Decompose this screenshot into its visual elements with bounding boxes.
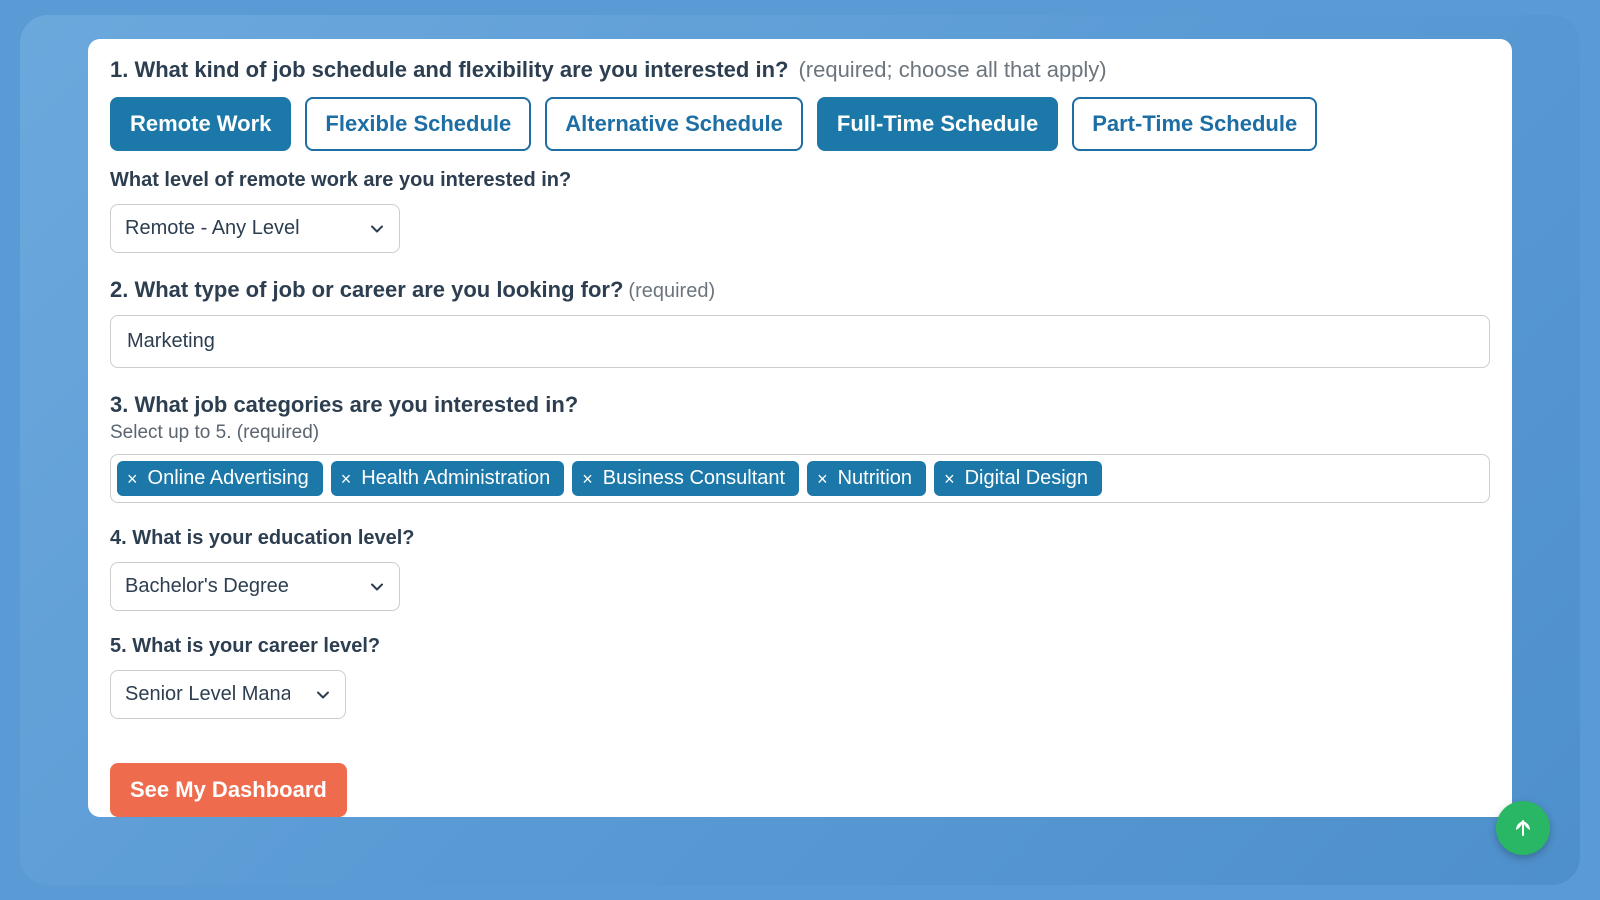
category-tag-label: Online Advertising — [148, 467, 309, 490]
schedule-option-chip[interactable]: Part-Time Schedule — [1072, 97, 1317, 151]
close-icon[interactable]: × — [582, 470, 593, 488]
question-1: 1. What kind of job schedule and flexibi… — [110, 57, 1490, 253]
see-dashboard-button[interactable]: See My Dashboard — [110, 763, 347, 817]
education-level-value: Bachelor's Degree — [125, 575, 289, 598]
category-tag[interactable]: × Business Consultant — [572, 461, 799, 496]
question-1-hint: (required; choose all that apply) — [798, 57, 1106, 83]
question-3-hint: Select up to 5. (required) — [110, 422, 1490, 444]
question-4-title: 4. What is your education level? — [110, 527, 415, 549]
category-tag[interactable]: × Digital Design — [934, 461, 1102, 496]
remote-level-value: Remote - Any Level — [125, 217, 300, 240]
schedule-option-chip[interactable]: Full-Time Schedule — [817, 97, 1058, 151]
question-3: 3. What job categories are you intereste… — [110, 392, 1490, 503]
chevron-down-icon — [315, 687, 331, 703]
help-fab-button[interactable] — [1496, 801, 1550, 855]
question-2: 2. What type of job or career are you lo… — [110, 277, 1490, 368]
question-4: 4. What is your education level? Bachelo… — [110, 527, 1490, 611]
question-1-title: 1. What kind of job schedule and flexibi… — [110, 57, 788, 83]
close-icon[interactable]: × — [341, 470, 352, 488]
category-tag-label: Business Consultant — [603, 467, 785, 490]
question-2-hint: (required) — [628, 280, 715, 303]
question-3-title: 3. What job categories are you intereste… — [110, 392, 578, 417]
page-background: 1. What kind of job schedule and flexibi… — [20, 15, 1580, 885]
category-tag[interactable]: × Health Administration — [331, 461, 565, 496]
leaf-icon — [1508, 813, 1538, 843]
chevron-down-icon — [369, 579, 385, 595]
question-5-title: 5. What is your career level? — [110, 635, 380, 657]
category-tag-container[interactable]: × Online Advertising × Health Administratio… — [110, 454, 1490, 503]
education-level-select[interactable]: Bachelor's Degree — [110, 562, 400, 611]
close-icon[interactable]: × — [127, 470, 138, 488]
question-5: 5. What is your career level? Senior Lev… — [110, 635, 1490, 719]
category-tag[interactable]: × Online Advertising — [117, 461, 323, 496]
job-type-input[interactable] — [110, 315, 1490, 368]
close-icon[interactable]: × — [817, 470, 828, 488]
category-tag[interactable]: × Nutrition — [807, 461, 926, 496]
close-icon[interactable]: × — [944, 470, 955, 488]
schedule-option-chip[interactable]: Remote Work — [110, 97, 291, 151]
remote-level-select[interactable]: Remote - Any Level — [110, 204, 400, 253]
chevron-down-icon — [369, 221, 385, 237]
career-level-value: Senior Level Manager — [125, 683, 290, 706]
category-tag-label: Nutrition — [838, 467, 912, 490]
schedule-option-chip[interactable]: Flexible Schedule — [305, 97, 531, 151]
career-level-select[interactable]: Senior Level Manager — [110, 670, 346, 719]
remote-level-label: What level of remote work are you intere… — [110, 169, 1490, 192]
form-card: 1. What kind of job schedule and flexibi… — [88, 39, 1512, 817]
schedule-options-row: Remote Work Flexible Schedule Alternative … — [110, 97, 1490, 151]
question-2-title: 2. What type of job or career are you lo… — [110, 277, 623, 303]
category-tag-label: Digital Design — [965, 467, 1088, 490]
schedule-option-chip[interactable]: Alternative Schedule — [545, 97, 803, 151]
category-tag-label: Health Administration — [361, 467, 550, 490]
